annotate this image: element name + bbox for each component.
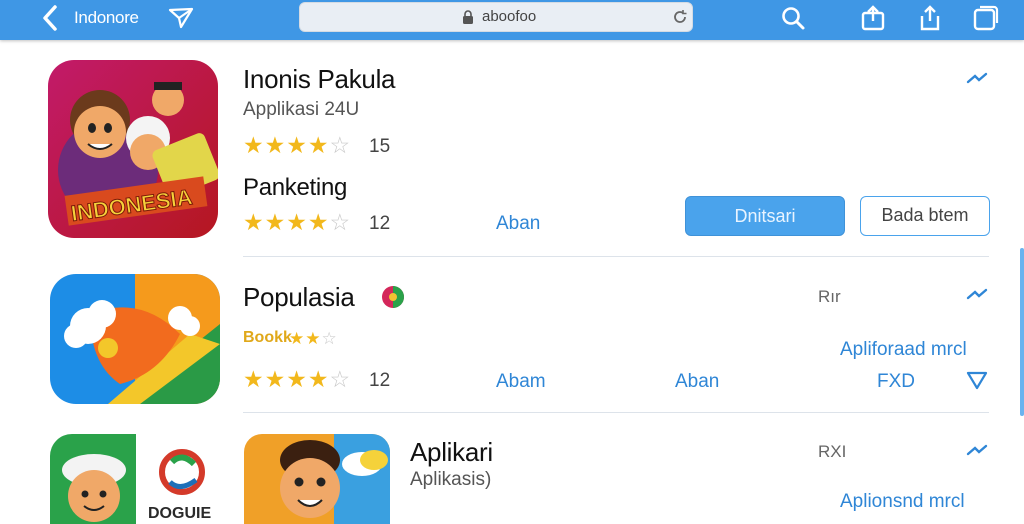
sub-rating-label: Bookk xyxy=(243,329,292,346)
lock-icon xyxy=(463,10,473,24)
primary-button[interactable]: Dnitsari xyxy=(685,196,845,236)
rating-stars: ★★★★☆ xyxy=(243,366,351,392)
upload-icon[interactable] xyxy=(916,4,944,32)
share-icon[interactable] xyxy=(859,4,887,32)
star-icon: ★ xyxy=(307,366,329,392)
star-icon: ★ xyxy=(286,366,307,392)
meta-label: Rır xyxy=(818,287,841,306)
app-subtitle: Applikasi 24U xyxy=(243,99,360,120)
reload-icon[interactable] xyxy=(672,9,688,25)
star-icon: ★ xyxy=(243,366,264,392)
rating-count: 12 xyxy=(369,370,391,391)
link-aban[interactable]: Aban xyxy=(496,213,540,235)
app-icon-aplikari[interactable] xyxy=(244,434,390,524)
star-icon: ★ xyxy=(243,132,264,158)
expand-arrow-icon[interactable] xyxy=(965,442,989,460)
link-right[interactable]: Aplionsnd mrcl xyxy=(840,491,965,513)
link-abam[interactable]: Abam xyxy=(496,371,546,393)
star-icon: ★ xyxy=(289,329,305,348)
app-icon-doguie[interactable]: DOGUIE xyxy=(50,434,218,524)
star-icon: ★ xyxy=(286,132,307,158)
app-icon-indonesia[interactable]: INDONESIA xyxy=(48,60,218,238)
divider xyxy=(243,256,989,257)
star-empty-icon: ☆ xyxy=(321,329,337,348)
star-icon: ★ xyxy=(286,209,307,235)
meta-label: RXI xyxy=(818,442,847,461)
flag-badge-icon xyxy=(381,285,405,309)
star-icon: ★ xyxy=(307,132,329,158)
search-icon[interactable] xyxy=(779,4,807,32)
app-title[interactable]: Inonis Pakula xyxy=(243,64,396,95)
icon-caption: DOGUIE xyxy=(148,505,211,522)
address-text: aboofoo xyxy=(482,8,537,25)
star-icon: ★ xyxy=(307,209,329,235)
expand-arrow-icon[interactable] xyxy=(965,286,989,304)
back-label[interactable]: Indonore xyxy=(74,8,139,28)
star-icon: ★ xyxy=(305,329,321,348)
rating-count: 15 xyxy=(369,136,391,157)
star-empty-icon: ☆ xyxy=(329,132,351,158)
star-icon: ★ xyxy=(264,132,286,158)
app-title[interactable]: Populasia xyxy=(243,282,355,313)
star-empty-icon: ☆ xyxy=(329,209,351,235)
tabs-icon[interactable] xyxy=(972,4,1000,32)
back-chevron-icon[interactable] xyxy=(38,3,62,33)
app-icon-populasia[interactable] xyxy=(50,274,220,404)
star-icon: ★ xyxy=(264,366,286,392)
link-aban[interactable]: Aban xyxy=(675,371,719,393)
filter-icon[interactable] xyxy=(965,370,989,390)
star-icon: ★ xyxy=(243,209,264,235)
link-fxd[interactable]: FXD xyxy=(877,371,915,393)
send-icon[interactable] xyxy=(168,5,194,31)
app-title[interactable]: Aplikari xyxy=(410,437,493,468)
star-empty-icon: ☆ xyxy=(329,366,351,392)
address-bar[interactable]: aboofoo xyxy=(299,2,693,32)
top-bar: Indonore aboofoo xyxy=(0,0,1024,40)
section-label: Panketing xyxy=(243,174,348,201)
scrollbar-thumb[interactable] xyxy=(1020,248,1024,416)
rating-stars: ★★★★☆ xyxy=(243,132,351,158)
app-subtitle: Aplikasis) xyxy=(410,469,492,490)
rating-stars: ★★★★☆ xyxy=(243,209,351,235)
star-icon: ★ xyxy=(264,209,286,235)
divider xyxy=(243,412,989,413)
secondary-button[interactable]: Bada btem xyxy=(860,196,990,236)
sub-rating-stars: ★★☆ xyxy=(289,328,338,348)
rating-count: 12 xyxy=(369,213,391,234)
link-right[interactable]: Apliforaad mrcl xyxy=(840,339,967,361)
expand-arrow-icon[interactable] xyxy=(965,70,989,88)
